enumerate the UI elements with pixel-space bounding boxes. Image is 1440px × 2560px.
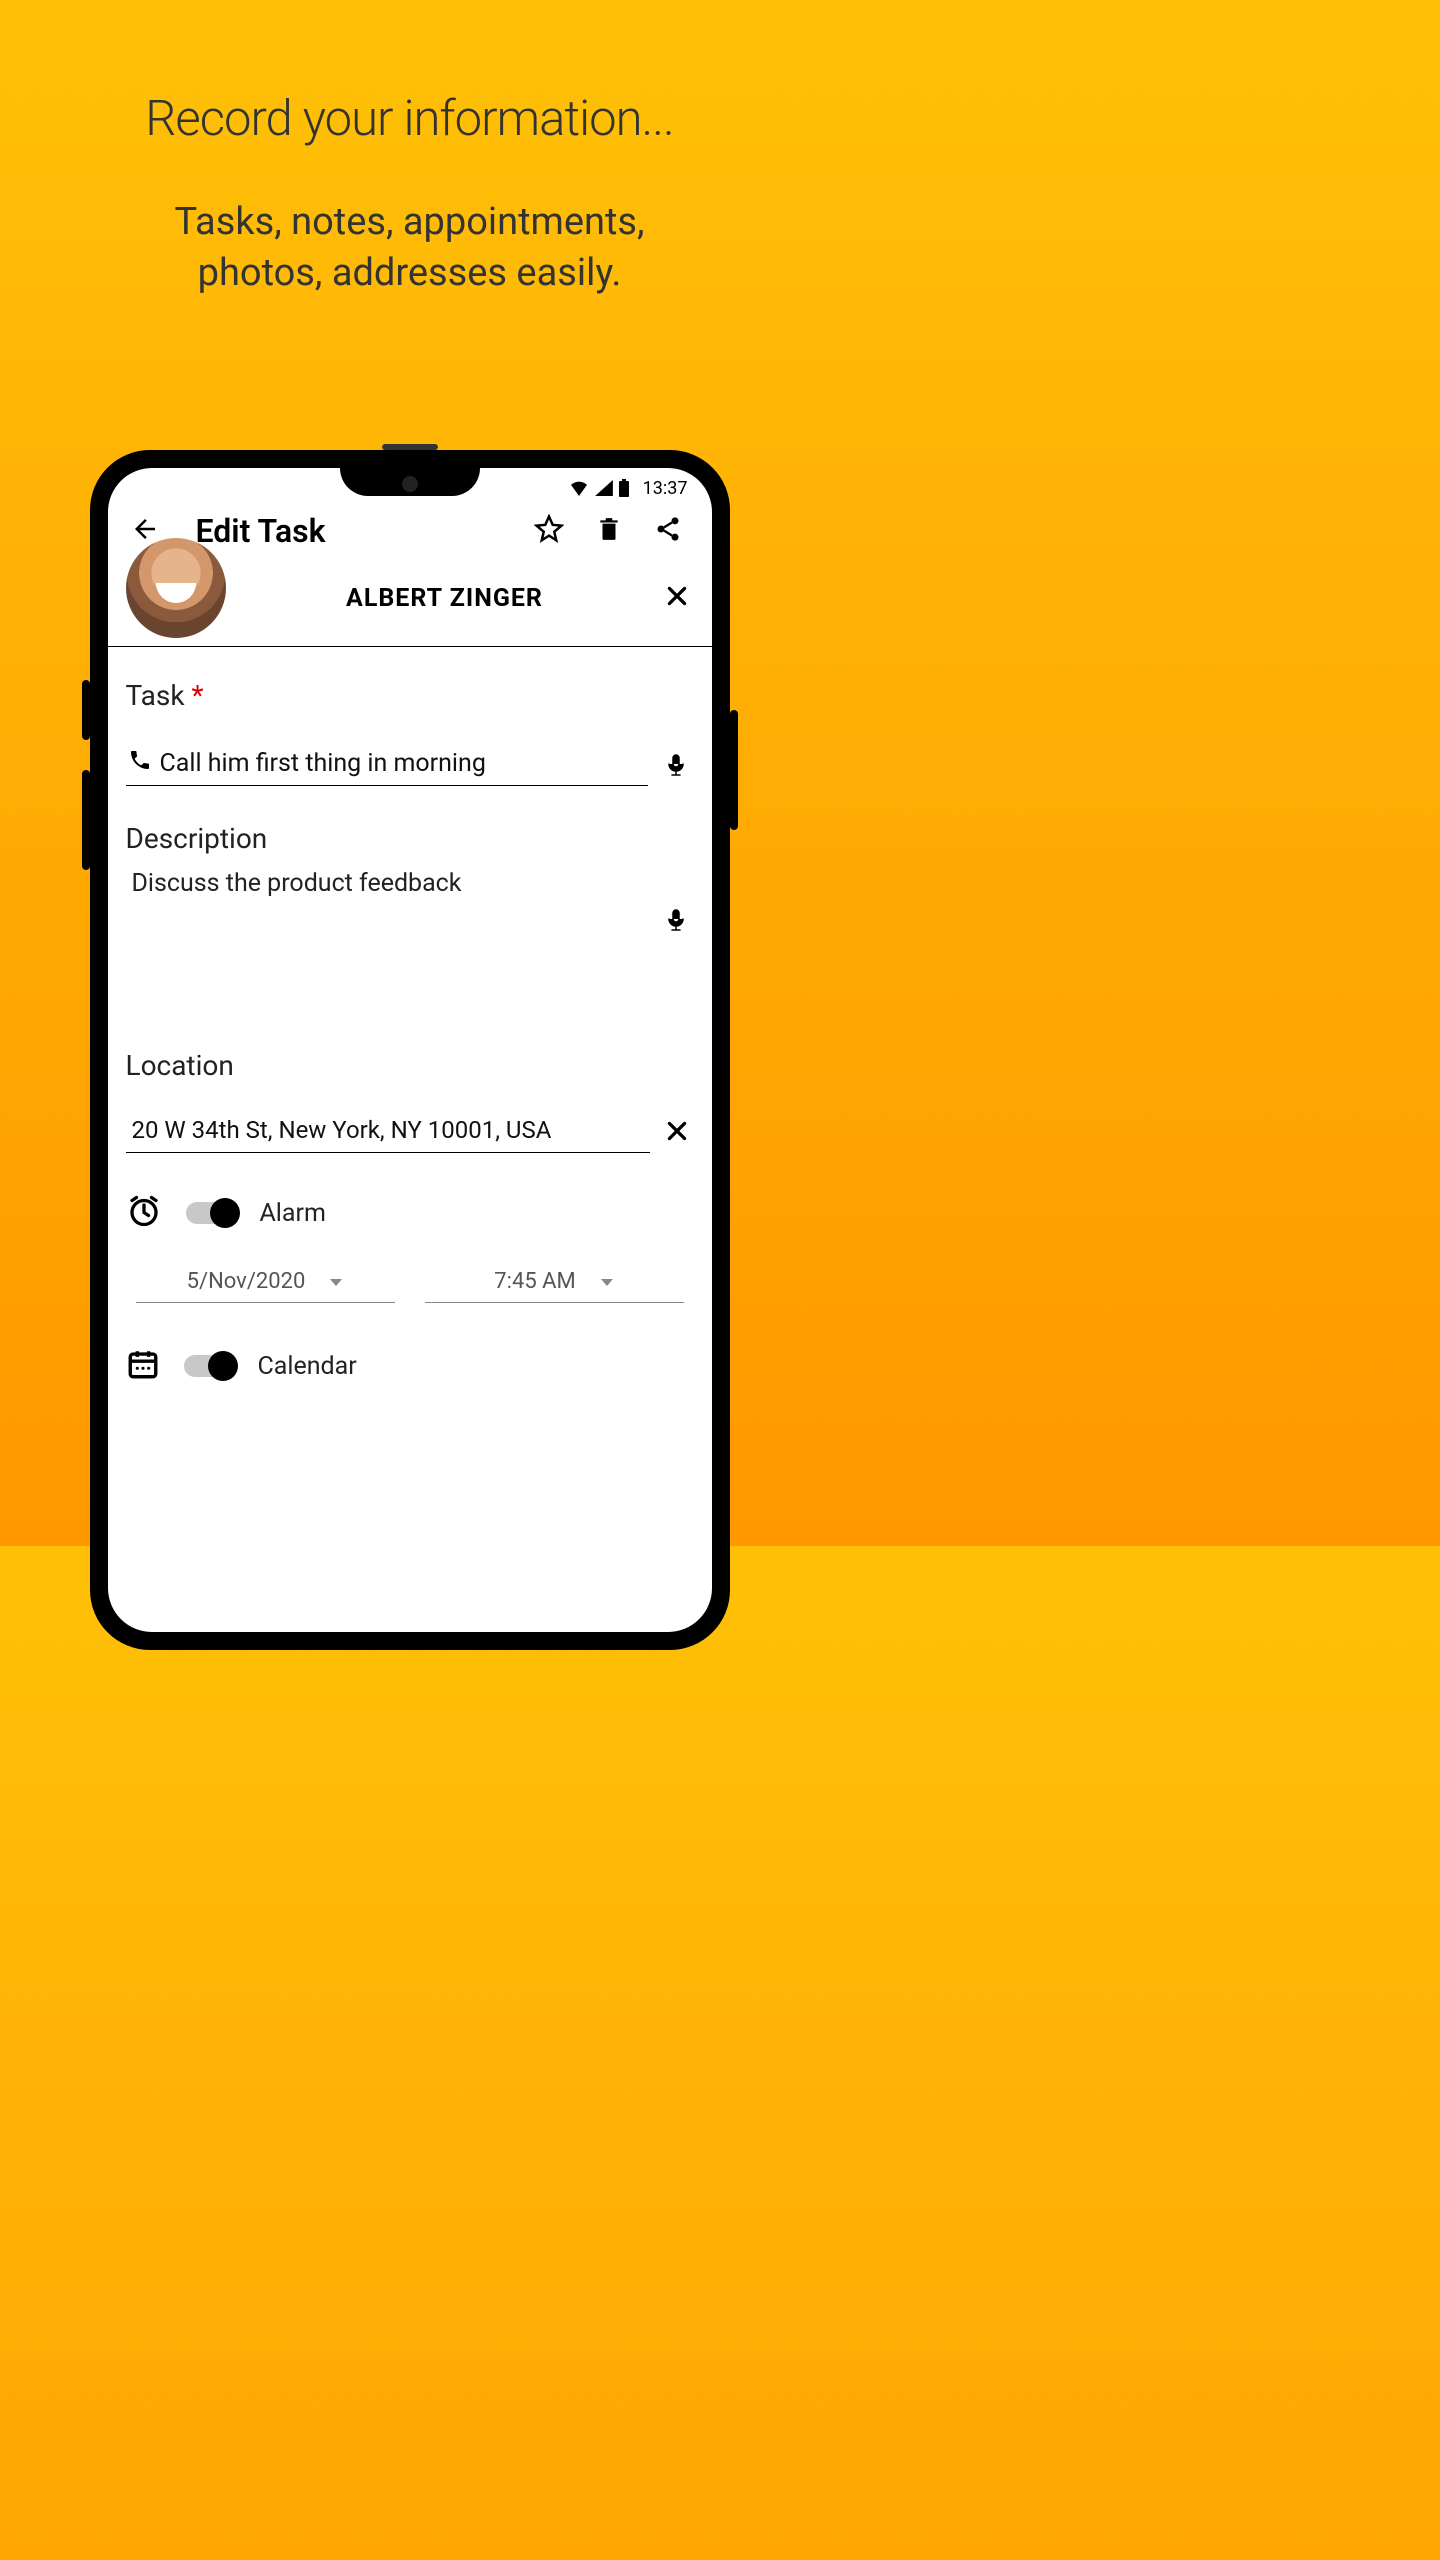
phone-screen: 13:37 Edit Task ALBERT ZINGER [108, 468, 712, 1632]
toggle-knob [208, 1351, 238, 1381]
promo-subtitle: Tasks, notes, appointments, photos, addr… [0, 197, 819, 300]
task-label-text: Task [126, 679, 185, 712]
alarm-toggle[interactable] [186, 1202, 236, 1224]
description-label: Description [126, 822, 694, 855]
calendar-label: Calendar [258, 1352, 357, 1381]
phone-side-button [82, 680, 90, 740]
chevron-down-icon [600, 1269, 614, 1294]
promo-subtitle-line1: Tasks, notes, appointments, [174, 200, 644, 244]
task-label: Task * [126, 679, 694, 712]
clear-contact-button[interactable] [660, 579, 694, 617]
mic-button[interactable] [658, 905, 694, 939]
phone-speaker [382, 444, 438, 450]
alarm-icon [126, 1193, 162, 1233]
alarm-date-value: 5/Nov/2020 [187, 1269, 306, 1294]
alarm-time-value: 7:45 AM [494, 1269, 575, 1294]
task-value: Call him first thing in morning [160, 749, 486, 778]
battery-icon [619, 479, 629, 497]
favorite-button[interactable] [522, 514, 576, 548]
task-input[interactable]: Call him first thing in morning [126, 748, 648, 786]
required-marker: * [192, 679, 204, 712]
description-input[interactable]: Discuss the product feedback [126, 855, 694, 1035]
alarm-time-dropdown[interactable]: 7:45 AM [425, 1265, 684, 1303]
avatar[interactable] [126, 538, 226, 638]
chevron-down-icon [329, 1269, 343, 1294]
promo-title: Record your information... [0, 90, 819, 147]
phone-camera [402, 476, 418, 492]
calendar-icon [126, 1347, 160, 1385]
task-form: Task * Call him first thing in morning D… [108, 647, 712, 1385]
phone-side-button [82, 770, 90, 870]
alarm-label: Alarm [260, 1199, 326, 1228]
location-label: Location [126, 1049, 694, 1082]
calendar-toggle[interactable] [184, 1355, 234, 1377]
alarm-date-dropdown[interactable]: 5/Nov/2020 [136, 1265, 395, 1303]
share-button[interactable] [642, 514, 694, 548]
toggle-knob [210, 1198, 240, 1228]
signal-icon [595, 480, 613, 496]
contact-name: ALBERT ZINGER [240, 584, 660, 613]
status-time: 13:37 [643, 478, 688, 499]
phone-side-button [730, 710, 738, 830]
contact-header: ALBERT ZINGER [108, 558, 712, 647]
clear-location-button[interactable] [660, 1114, 694, 1152]
phone-frame: 13:37 Edit Task ALBERT ZINGER [90, 450, 730, 1650]
delete-button[interactable] [584, 514, 634, 548]
promo-subtitle-line2: photos, addresses easily. [198, 251, 622, 295]
phone-icon [128, 748, 152, 779]
location-input[interactable]: 20 W 34th St, New York, NY 10001, USA [126, 1112, 650, 1153]
page-title: Edit Task [168, 512, 514, 550]
wifi-icon [569, 480, 589, 496]
mic-button[interactable] [658, 750, 694, 784]
